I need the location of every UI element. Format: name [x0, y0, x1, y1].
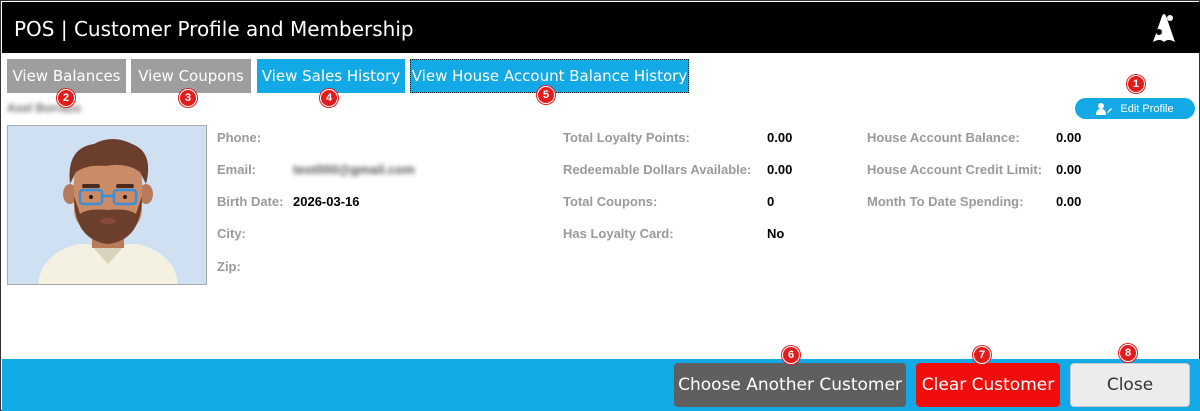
- choose-another-customer-label: Choose Another Customer: [678, 375, 902, 395]
- customer-profile-window: POS | Customer Profile and Membership Vi…: [0, 0, 1200, 411]
- close-button[interactable]: Close: [1070, 363, 1190, 407]
- marker-4: 4: [320, 89, 338, 107]
- title-bar: POS | Customer Profile and Membership: [2, 2, 1200, 53]
- loyalty-card-value: No: [767, 226, 785, 241]
- loyalty-points-value: 0.00: [767, 130, 793, 145]
- loyalty-points-label: Total Loyalty Points:: [563, 130, 690, 145]
- avatar-image: [8, 126, 206, 284]
- redeemable-dollars-value: 0.00: [767, 162, 793, 177]
- user-edit-icon: [1096, 102, 1113, 115]
- total-coupons-value: 0: [767, 194, 775, 209]
- view-coupons-tab[interactable]: View Coupons: [131, 59, 251, 93]
- phone-label: Phone:: [217, 130, 262, 145]
- birth-date-value: 2026-03-16: [293, 194, 360, 209]
- city-label: City:: [217, 226, 246, 241]
- birth-date-label: Birth Date:: [217, 194, 284, 209]
- marker-3: 3: [179, 89, 197, 107]
- choose-another-customer-button[interactable]: Choose Another Customer: [674, 363, 906, 407]
- view-sales-history-tab[interactable]: View Sales History: [257, 59, 405, 93]
- edit-profile-button[interactable]: Edit Profile: [1075, 98, 1195, 119]
- zip-label: Zip:: [217, 259, 241, 274]
- window-title: POS | Customer Profile and Membership: [14, 17, 414, 41]
- view-coupons-label: View Coupons: [138, 67, 244, 85]
- marker-8: 8: [1119, 344, 1137, 362]
- redeemable-dollars-label: Redeemable Dollars Available:: [563, 162, 752, 177]
- view-balances-tab[interactable]: View Balances: [7, 59, 126, 93]
- marker-1: 1: [1127, 75, 1145, 93]
- marker-7: 7: [973, 346, 991, 364]
- house-balance-value: 0.00: [1056, 130, 1082, 145]
- marker-6: 6: [782, 346, 800, 364]
- marker-2: 2: [57, 89, 75, 107]
- app-logo-icon: [1153, 14, 1175, 42]
- view-balances-label: View Balances: [12, 67, 121, 85]
- mtd-spending-value: 0.00: [1056, 194, 1082, 209]
- house-credit-label: House Account Credit Limit:: [867, 162, 1043, 177]
- view-house-account-history-label: View House Account Balance History: [411, 67, 688, 85]
- loyalty-card-label: Has Loyalty Card:: [563, 226, 674, 241]
- house-balance-label: House Account Balance:: [867, 130, 1020, 145]
- email-value: test000@gmail.com: [293, 162, 415, 177]
- close-label: Close: [1106, 375, 1154, 395]
- clear-customer-button[interactable]: Clear Customer: [916, 363, 1060, 407]
- total-coupons-label: Total Coupons:: [563, 194, 658, 209]
- avatar: [7, 125, 207, 285]
- view-sales-history-label: View Sales History: [261, 67, 401, 85]
- clear-customer-label: Clear Customer: [921, 375, 1055, 395]
- mtd-spending-label: Month To Date Spending:: [867, 194, 1024, 209]
- house-credit-value: 0.00: [1056, 162, 1082, 177]
- edit-profile-label: Edit Profile: [1120, 102, 1174, 115]
- email-label: Email:: [217, 162, 257, 177]
- marker-5: 5: [537, 86, 555, 104]
